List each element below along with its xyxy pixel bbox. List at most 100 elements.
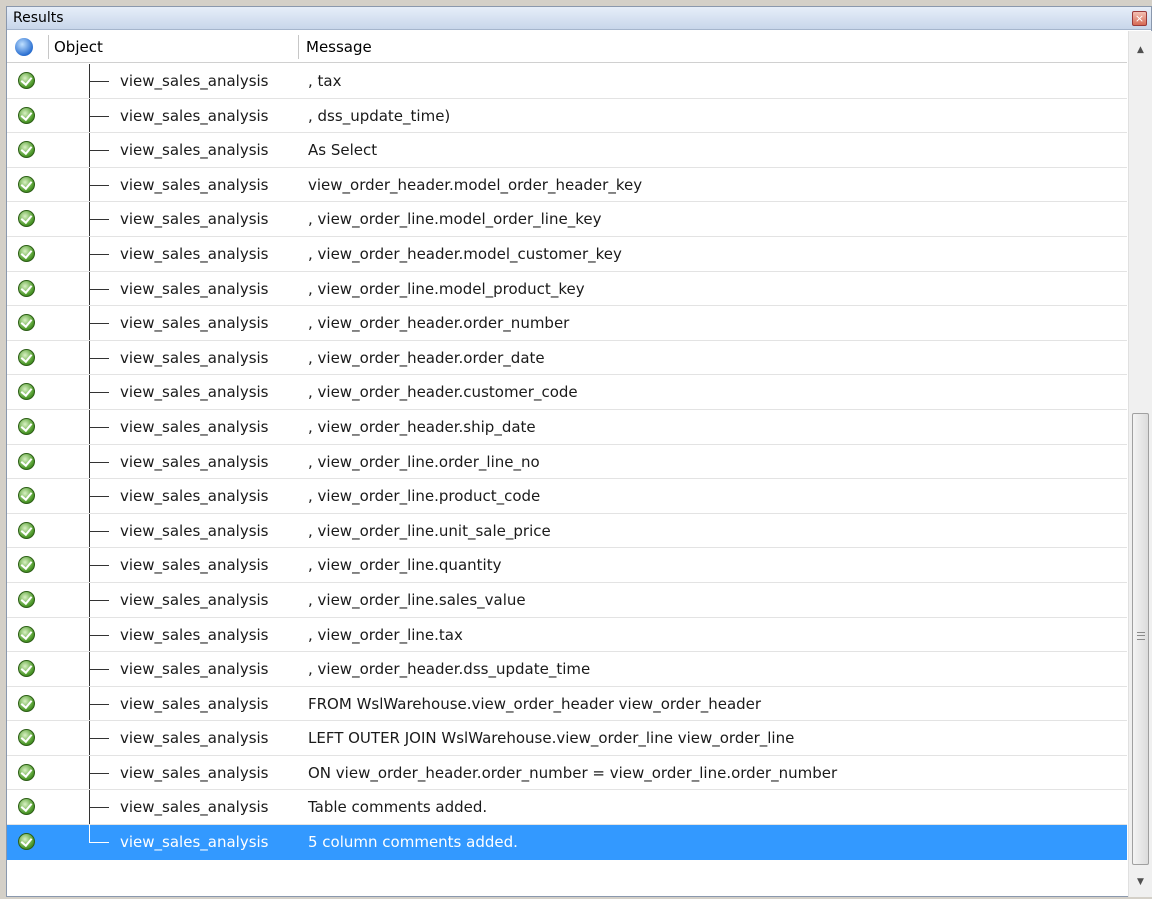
success-check-icon (18, 348, 35, 366)
row-message: , view_order_header.order_date (308, 348, 545, 367)
chevron-up-icon: ▲ (1137, 45, 1144, 55)
table-row[interactable]: view_sales_analysis view_order_header.mod… (7, 167, 1127, 203)
row-object: view_sales_analysis (120, 590, 269, 609)
table-row[interactable]: view_sales_analysis , view_order_line.pro… (7, 479, 1127, 514)
tree-branch (89, 807, 109, 809)
column-header-object[interactable]: Object (54, 31, 103, 63)
success-check-icon (18, 556, 35, 574)
scroll-down-button[interactable]: ▼ (1129, 871, 1152, 893)
table-row[interactable]: view_sales_analysis , view_order_line.uni… (7, 513, 1127, 549)
panel-title: Results (13, 10, 64, 26)
success-check-icon (18, 244, 35, 262)
success-check-icon (18, 521, 35, 539)
column-header-message[interactable]: Message (306, 31, 372, 63)
row-message: , view_order_line.model_order_line_key (308, 210, 602, 229)
table-row[interactable]: view_sales_analysis , dss_update_time) (7, 98, 1127, 134)
table-row[interactable]: view_sales_analysis FROM WslWarehouse.vie… (7, 686, 1127, 722)
row-object: view_sales_analysis (120, 210, 269, 229)
row-message: , view_order_header.dss_update_time (308, 660, 591, 679)
table-row[interactable]: view_sales_analysis As Select (7, 133, 1127, 168)
row-object: view_sales_analysis (120, 279, 269, 298)
tree-branch (89, 426, 109, 428)
row-message: , view_order_header.ship_date (308, 417, 536, 436)
success-check-icon (18, 694, 35, 712)
tree-branch (89, 81, 109, 82)
tree-branch (89, 253, 109, 255)
row-message: , view_order_line.product_code (308, 487, 541, 506)
table-row[interactable]: view_sales_analysis , view_order_header.d… (7, 652, 1127, 687)
table-row[interactable]: view_sales_analysis , view_order_line.mod… (7, 271, 1127, 307)
row-message: , view_order_line.tax (308, 625, 463, 644)
row-object: view_sales_analysis (120, 625, 269, 644)
success-check-icon (18, 625, 35, 643)
info-icon[interactable] (15, 38, 33, 56)
row-object: view_sales_analysis (120, 348, 269, 367)
row-message: ON view_order_header.order_number = view… (308, 763, 838, 782)
table-row[interactable]: view_sales_analysis , view_order_header.s… (7, 409, 1127, 445)
row-message: , tax (308, 72, 342, 90)
row-message: , view_order_header.customer_code (308, 383, 578, 402)
close-icon: × (1134, 12, 1145, 25)
row-message: , view_order_line.order_line_no (308, 452, 540, 471)
row-message: , view_order_header.order_number (308, 314, 570, 333)
row-message: 5 column comments added. (308, 833, 518, 852)
success-check-icon (18, 106, 35, 124)
success-check-icon (18, 729, 35, 747)
row-message: LEFT OUTER JOIN WslWarehouse.view_order_… (308, 729, 795, 748)
row-message: , view_order_line.sales_value (308, 590, 526, 609)
tree-branch (89, 703, 109, 705)
table-row[interactable]: view_sales_analysis , view_order_line.tax (7, 617, 1127, 653)
table-row[interactable]: view_sales_analysis , view_order_line.mod… (7, 202, 1127, 237)
tree-branch (89, 392, 109, 394)
table-row[interactable]: view_sales_analysis 5 column comments add… (7, 825, 1127, 860)
table-row[interactable]: view_sales_analysis , tax (7, 64, 1127, 99)
row-message: , dss_update_time) (308, 106, 451, 125)
tree-branch (89, 150, 109, 152)
results-panel: Results × Object Message view_sales_anal… (6, 6, 1152, 897)
success-check-icon (18, 279, 35, 297)
table-row[interactable]: view_sales_analysis , view_order_header.o… (7, 340, 1127, 376)
column-divider[interactable] (298, 35, 299, 59)
success-check-icon (18, 141, 35, 159)
success-check-icon (18, 383, 35, 401)
row-object: view_sales_analysis (120, 729, 269, 748)
table-row[interactable]: view_sales_analysis , view_order_header.m… (7, 236, 1127, 272)
table-row[interactable]: view_sales_analysis , view_order_line.ord… (7, 444, 1127, 480)
success-check-icon (18, 487, 35, 505)
row-object: view_sales_analysis (120, 452, 269, 471)
table-row[interactable]: view_sales_analysis , view_order_line.sal… (7, 582, 1127, 618)
success-check-icon (18, 763, 35, 781)
table-row[interactable]: view_sales_analysis ON view_order_header.… (7, 755, 1127, 791)
table-row[interactable]: view_sales_analysis , view_order_header.o… (7, 306, 1127, 341)
row-object: view_sales_analysis (120, 106, 269, 125)
table-row[interactable]: view_sales_analysis LEFT OUTER JOIN WslWa… (7, 721, 1127, 756)
vertical-scrollbar[interactable]: ▲ ▼ (1128, 31, 1152, 897)
table-row[interactable]: view_sales_analysis Table comments added. (7, 790, 1127, 826)
scroll-up-button[interactable]: ▲ (1129, 39, 1152, 61)
results-list: view_sales_analysis, tax view_sales_analy… (7, 64, 1127, 898)
row-object: view_sales_analysis (120, 175, 269, 194)
tree-branch (89, 184, 109, 186)
row-object: view_sales_analysis (120, 244, 269, 263)
table-row[interactable]: view_sales_analysis , view_order_line.qua… (7, 548, 1127, 583)
success-check-icon (18, 210, 35, 228)
row-object: view_sales_analysis (120, 763, 269, 782)
table-row[interactable]: view_sales_analysis , view_order_header.c… (7, 375, 1127, 410)
tree-branch (89, 772, 109, 774)
tree-branch (89, 842, 109, 844)
close-button[interactable]: × (1132, 11, 1147, 26)
tree-branch (89, 669, 109, 671)
success-check-icon (18, 72, 35, 89)
column-divider[interactable] (48, 35, 49, 59)
tree-branch (89, 634, 109, 636)
chevron-down-icon: ▼ (1137, 877, 1144, 887)
tree-branch (89, 738, 109, 740)
tree-branch (89, 530, 109, 532)
scroll-thumb[interactable] (1132, 413, 1149, 865)
row-object: view_sales_analysis (120, 487, 269, 506)
row-object: view_sales_analysis (120, 694, 269, 713)
row-object: view_sales_analysis (120, 660, 269, 679)
success-check-icon (18, 452, 35, 470)
row-object: view_sales_analysis (120, 383, 269, 402)
row-object: view_sales_analysis (120, 833, 269, 852)
